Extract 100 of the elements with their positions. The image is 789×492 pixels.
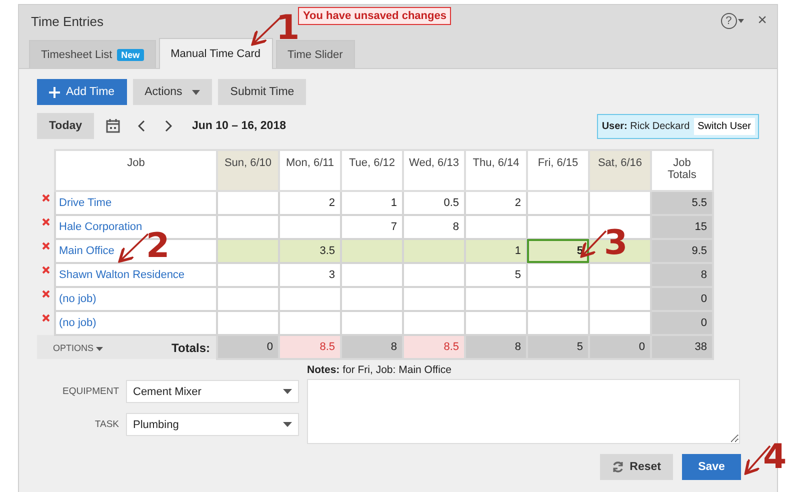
delete-icon[interactable] (42, 266, 50, 274)
dropdown-field[interactable]: Plumbing (126, 413, 299, 436)
save-button[interactable]: Save (682, 454, 741, 480)
add-time-button[interactable]: Add Time (37, 79, 127, 105)
day-total-cell: 0 (217, 335, 279, 359)
column-header: Fri, 6/15 (527, 150, 589, 191)
hours-cell[interactable] (465, 215, 527, 239)
close-button[interactable]: × (758, 12, 767, 30)
dropdown-field[interactable]: Cement Mixer (126, 380, 299, 403)
hours-cell[interactable] (465, 311, 527, 335)
hours-cell[interactable] (527, 263, 589, 287)
today-button[interactable]: Today (37, 113, 94, 139)
column-header: Thu, 6/14 (465, 150, 527, 191)
hours-cell[interactable] (341, 311, 403, 335)
job-total-cell: 15 (651, 215, 713, 239)
hours-cell[interactable] (217, 191, 279, 215)
actions-button[interactable]: Actions (132, 79, 212, 105)
hours-cell[interactable]: 3.5 (279, 239, 341, 263)
hours-cell[interactable] (403, 311, 465, 335)
caret-icon (738, 19, 744, 23)
hours-cell[interactable]: 8 (403, 215, 465, 239)
column-header: Wed, 6/13 (403, 150, 465, 191)
field-label: TASK (94, 419, 119, 430)
delete-icon[interactable] (42, 314, 50, 322)
delete-icon[interactable] (42, 290, 50, 298)
hours-cell[interactable]: 7 (341, 215, 403, 239)
callout-number: 4 (763, 440, 787, 474)
hours-cell[interactable]: 1 (465, 239, 527, 263)
notes-field[interactable] (307, 379, 740, 444)
grand-total-cell: 38 (651, 335, 713, 359)
hours-cell[interactable] (589, 191, 651, 215)
callout-arrow (118, 233, 149, 263)
switch-user-button[interactable]: Switch User (694, 118, 755, 134)
column-header: Mon, 6/11 (279, 150, 341, 191)
callout-number: 2 (146, 229, 170, 263)
day-total-cell: 8 (341, 335, 403, 359)
day-total-cell: 8.5 (279, 335, 341, 359)
job-total-cell: 8 (651, 263, 713, 287)
hours-cell[interactable] (527, 215, 589, 239)
hours-cell[interactable]: 5 (465, 263, 527, 287)
refresh-icon (612, 461, 624, 473)
job-link[interactable]: (no job) (59, 317, 96, 329)
hours-cell[interactable] (341, 287, 403, 311)
caret-icon (192, 90, 200, 95)
delete-icon[interactable] (42, 218, 50, 226)
reset-button[interactable]: Reset (600, 454, 673, 480)
day-total-cell: 8 (465, 335, 527, 359)
job-link[interactable]: Drive Time (59, 197, 112, 209)
new-badge: New (117, 48, 144, 60)
totals-label: Totals: (172, 340, 210, 354)
user-name: User: Rick Deckard (602, 120, 690, 132)
hours-cell[interactable] (403, 239, 465, 263)
hours-cell[interactable]: 2 (465, 191, 527, 215)
hours-cell[interactable] (403, 287, 465, 311)
date-range: Jun 10 – 16, 2018 (192, 120, 286, 132)
job-total-cell: 0 (651, 287, 713, 311)
hours-cell[interactable] (527, 287, 589, 311)
hours-cell[interactable]: 1 (341, 191, 403, 215)
hours-cell[interactable]: 0.5 (403, 191, 465, 215)
options-button[interactable]: OPTIONS (53, 342, 104, 352)
hours-cell[interactable] (403, 263, 465, 287)
hours-cell[interactable] (465, 287, 527, 311)
hours-cell[interactable] (279, 287, 341, 311)
hours-cell[interactable] (217, 215, 279, 239)
hours-cell[interactable] (589, 311, 651, 335)
hours-cell[interactable] (341, 263, 403, 287)
tab[interactable]: Timesheet List New (29, 40, 156, 68)
hours-cell[interactable] (341, 239, 403, 263)
column-header: Job Totals (651, 150, 713, 191)
hours-cell[interactable]: 3 (279, 263, 341, 287)
hours-cell[interactable] (217, 311, 279, 335)
caret-icon (96, 346, 104, 350)
delete-icon[interactable] (42, 242, 50, 250)
hours-cell[interactable] (217, 263, 279, 287)
hours-cell[interactable] (589, 263, 651, 287)
notes-label: Notes: for Fri, Job: Main Office (307, 364, 453, 376)
hours-cell[interactable] (527, 191, 589, 215)
day-total-cell: 8.5 (403, 335, 465, 359)
job-link[interactable]: (no job) (59, 293, 96, 305)
delete-icon[interactable] (42, 194, 50, 202)
column-header: Tue, 6/12 (341, 150, 403, 191)
caret-icon (283, 389, 292, 394)
hours-cell[interactable] (527, 311, 589, 335)
plus-icon (49, 86, 60, 98)
hours-cell[interactable] (279, 215, 341, 239)
job-total-cell: 9.5 (651, 239, 713, 263)
hours-cell[interactable] (589, 287, 651, 311)
job-total-cell: 5.5 (651, 191, 713, 215)
tab[interactable]: Time Slider (276, 40, 355, 68)
column-header: Sun, 6/10 (217, 150, 279, 191)
column-header: Job (55, 150, 217, 191)
hours-cell[interactable]: 2 (279, 191, 341, 215)
day-total-cell: 0 (589, 335, 651, 359)
hours-cell[interactable] (217, 287, 279, 311)
hours-cell[interactable] (279, 311, 341, 335)
callout-number: 3 (604, 226, 628, 260)
tab[interactable]: Manual Time Card (158, 38, 273, 69)
job-link[interactable]: Main Office (59, 245, 114, 257)
submit-time-button[interactable]: Submit Time (218, 79, 306, 105)
hours-cell[interactable] (217, 239, 279, 263)
